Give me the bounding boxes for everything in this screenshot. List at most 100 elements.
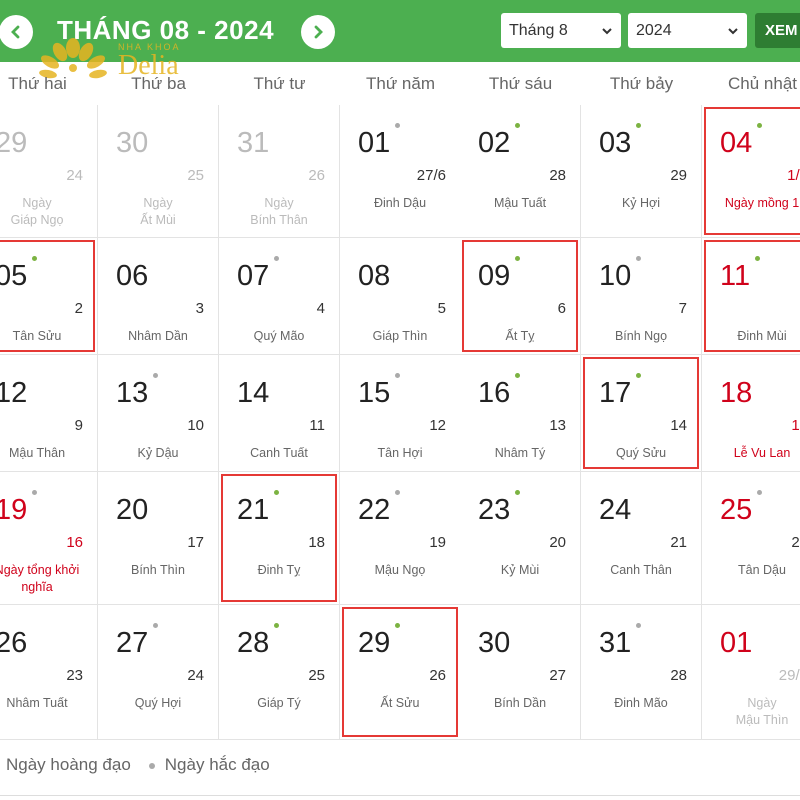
chevron-left-icon [11, 25, 20, 39]
day-cell[interactable]: 02 28 Mậu Tuất [460, 105, 581, 238]
day-cell[interactable]: 10 7 Bính Ngọ [581, 238, 702, 355]
day-number: 07 [237, 256, 280, 293]
year-select[interactable]: 2024 [628, 13, 747, 48]
lunar-date: 23 [66, 667, 83, 684]
day-note: Kỷ Dậu [137, 446, 179, 460]
lunar-date: 3 [195, 300, 204, 317]
chevron-down-icon [728, 27, 738, 34]
day-cell[interactable]: 21 18 Đinh Tỵ [219, 472, 340, 605]
good-day-dot-icon [515, 490, 521, 495]
day-number: 16 [478, 373, 521, 410]
day-number: 12 [0, 377, 27, 410]
day-cell[interactable]: 24 21 Canh Thân [581, 472, 702, 605]
lunar-date: 10 [187, 417, 204, 434]
day-number-text: 01 [358, 127, 391, 159]
day-cell[interactable]: 27 24 Quý Hợi [98, 605, 219, 740]
day-cell[interactable]: 18 15Lễ Vu Lan [702, 355, 800, 472]
lunar-date: 27 [549, 667, 566, 684]
day-number: 02 [478, 123, 521, 160]
lunar-date: 26 [308, 167, 325, 184]
day-cell[interactable]: 31 26 Ngày Bính Thân [219, 105, 340, 238]
day-cell[interactable]: 06 3 Nhâm Dần [98, 238, 219, 355]
day-cell[interactable]: 07 4 Quý Mão [219, 238, 340, 355]
day-number: 24 [599, 494, 631, 527]
day-cell[interactable]: 09 6 Ất Tỵ [460, 238, 581, 355]
day-cell[interactable]: 22 19 Mậu Ngọ [340, 472, 461, 605]
day-number: 30 [116, 127, 148, 160]
view-button[interactable]: XEM [755, 13, 800, 48]
day-number: 09 [478, 256, 521, 293]
day-cell[interactable]: 20 17 Bính Thìn [98, 472, 219, 605]
day-cell[interactable]: 19 16 Ngày tổng khởi nghĩa [0, 472, 98, 605]
chevron-down-icon [602, 27, 612, 34]
day-cell[interactable]: 01 29/7 Ngày Mậu Thìn [702, 605, 800, 740]
day-note: Lễ Vu Lan [733, 446, 791, 460]
day-cell[interactable]: 13 10 Kỷ Dậu [98, 355, 219, 472]
day-number-text: 29 [0, 127, 28, 159]
next-month-button[interactable] [301, 15, 335, 49]
day-cell[interactable]: 25 22 Tân Dậu [702, 472, 800, 605]
weekday-1: Thứ ba [131, 74, 186, 93]
day-note: Tân Sửu [12, 329, 62, 343]
lunar-date: 2 [74, 300, 83, 317]
day-cell[interactable]: 118Đinh Mùi [702, 238, 800, 355]
day-cell[interactable]: 03 29 Kỷ Hợi [581, 105, 702, 238]
day-cell[interactable]: 04 1/7 Ngày mồng 1 [702, 105, 800, 238]
day-cell[interactable]: 30 25 Ngày Ất Mùi [98, 105, 219, 238]
day-cell[interactable]: 29 24 Ngày Giáp Ngọ [0, 105, 98, 238]
day-cell[interactable]: 01 27/6 Đinh Dậu [340, 105, 461, 238]
day-number: 31 [237, 127, 269, 160]
day-number: 13 [116, 373, 159, 410]
day-cell[interactable]: 23 20 Kỷ Mùi [460, 472, 581, 605]
year-select-value: 2024 [636, 21, 672, 39]
day-number: 15 [358, 373, 401, 410]
lunar-date: 22 [791, 534, 800, 551]
day-cell[interactable]: 26 23 Nhâm Tuất [0, 605, 98, 740]
day-number-text: 01 [720, 627, 753, 659]
day-number-text: 24 [599, 494, 632, 526]
day-note: Bính Dần [493, 696, 547, 710]
day-number-text: 07 [237, 260, 270, 292]
day-cell[interactable]: 12 9 Mậu Thân [0, 355, 98, 472]
day-number-text: 10 [599, 260, 632, 292]
day-note: Ngày Giáp Ngọ [10, 196, 64, 227]
lunar-date: 26 [429, 667, 446, 684]
day-cell[interactable]: 16 13 Nhâm Tý [460, 355, 581, 472]
day-cell[interactable]: 08 5 Giáp Thìn [340, 238, 461, 355]
month-select[interactable]: Tháng 8 [501, 13, 621, 48]
bad-day-dot-icon [274, 256, 280, 261]
day-cell[interactable]: 28 25 Giáp Tý [219, 605, 340, 740]
bad-day-dot-icon [32, 490, 38, 495]
day-cell[interactable]: 17 14 Quý Sửu [581, 355, 702, 472]
day-note: Giáp Tý [257, 696, 301, 710]
legend-good-day: Ngày hoàng đạo [0, 755, 131, 775]
day-cell[interactable]: 31 28 Đinh Mão [581, 605, 702, 740]
day-number-text: 23 [478, 494, 511, 526]
day-note: Ất Tỵ [505, 329, 535, 343]
day-note: Mậu Thân [8, 446, 66, 460]
day-cell[interactable]: 05 2 Tân Sửu [0, 238, 98, 355]
legend-bad-day: Ngày hắc đạo [148, 755, 270, 775]
day-note: Ngày Mậu Thìn [735, 696, 789, 727]
day-number-text: 30 [116, 127, 149, 159]
lunar-date: 28 [549, 167, 566, 184]
good-day-dot-icon [757, 123, 763, 128]
lunar-date: 24 [187, 667, 204, 684]
day-number: 31 [599, 623, 642, 660]
day-note: Canh Tuất [250, 446, 308, 460]
day-cell[interactable]: 30 27 Bính Dần [460, 605, 581, 740]
day-number-text: 28 [237, 627, 270, 659]
legend-bad-label: Ngày hắc đạo [164, 755, 270, 774]
weekday-0: Thứ hai [8, 74, 67, 93]
day-cell[interactable]: 15 12 Tân Hợi [340, 355, 461, 472]
prev-month-button[interactable] [0, 15, 33, 49]
day-note: Quý Mão [253, 329, 305, 343]
day-number-text: 09 [478, 260, 511, 292]
gray-dot-icon [148, 762, 155, 769]
day-number-text: 13 [116, 377, 149, 409]
day-note: Ngày tổng khởi nghĩa [0, 563, 80, 594]
day-note: Quý Hợi [134, 696, 182, 710]
day-note: Đinh Dậu [373, 196, 427, 210]
day-cell[interactable]: 14 11 Canh Tuất [219, 355, 340, 472]
day-cell[interactable]: 29 26 Ất Sửu [340, 605, 461, 740]
